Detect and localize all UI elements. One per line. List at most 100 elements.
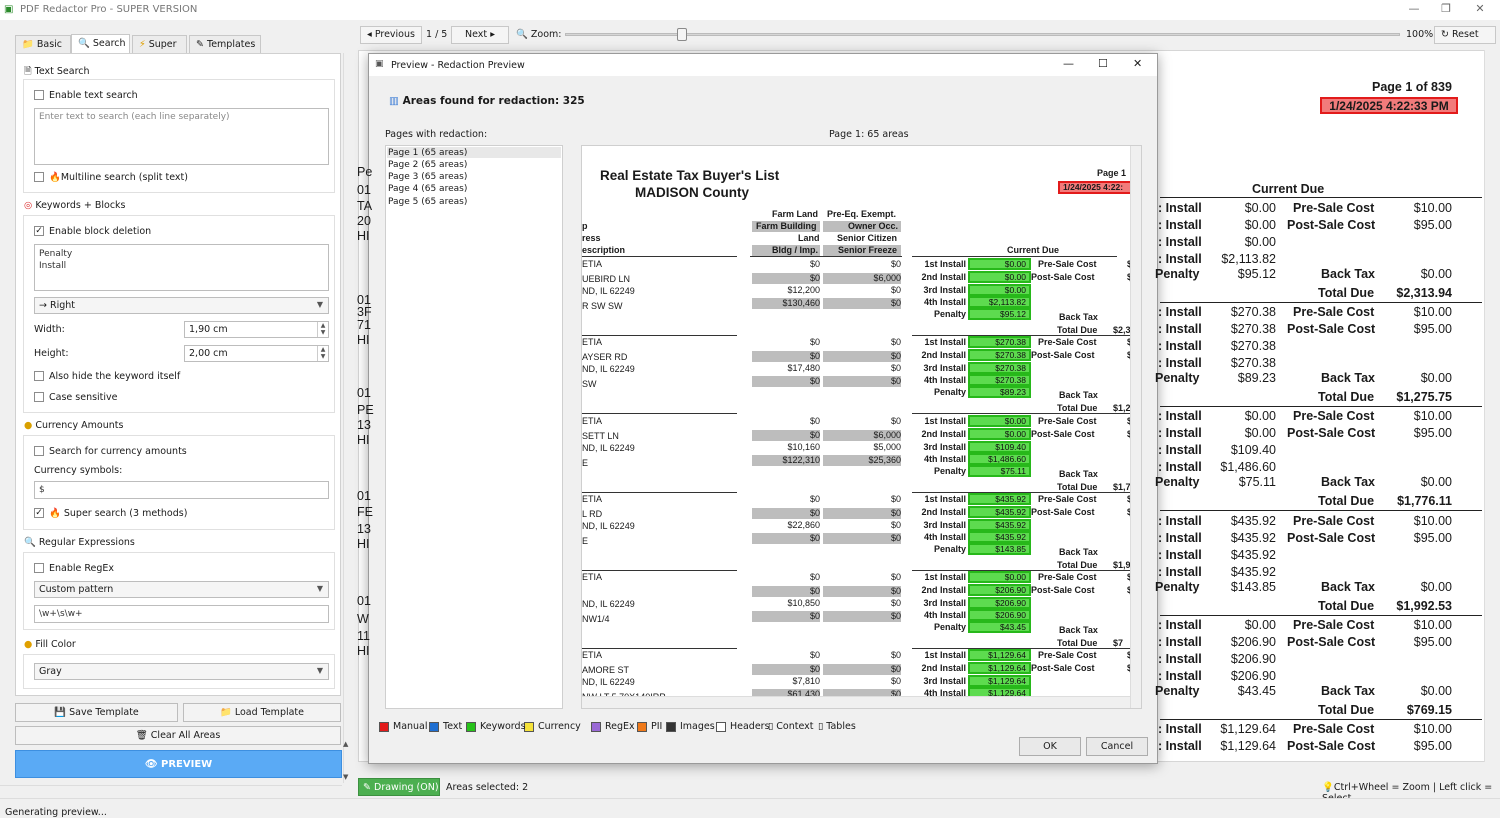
currency-redaction[interactable]: $0.00	[968, 428, 1031, 440]
install-value: $0.00	[1244, 426, 1276, 440]
height-stepper[interactable]: 2,00 cm ▲ ▼	[184, 345, 329, 362]
currency-redaction[interactable]: $95.12	[968, 308, 1031, 320]
enable-regex-checkbox[interactable]	[34, 563, 44, 573]
fill-color-select[interactable]: Gray ▼	[34, 663, 329, 680]
clear-all-areas-button[interactable]: 🗑 Clear All Areas	[15, 726, 341, 745]
reset-button[interactable]: ↻ Reset	[1434, 26, 1496, 44]
direction-select[interactable]: → Right ▼	[34, 297, 329, 314]
areas-found-label: ▥ Areas found for redaction: 325	[389, 95, 585, 107]
list-item[interactable]: Page 1 (65 areas)	[388, 148, 467, 158]
regex-pattern-input[interactable]: \w+\s\w+	[34, 605, 329, 623]
spin-arrows-icon[interactable]: ▲ ▼	[317, 346, 328, 361]
back-tax-label: Back Tax	[1059, 390, 1098, 400]
maximize-button[interactable]: ❐	[1435, 2, 1457, 18]
next-button[interactable]: Next ▸	[451, 26, 509, 44]
spin-arrows-icon[interactable]: ▲ ▼	[317, 322, 328, 337]
currency-redaction[interactable]: $270.38	[968, 374, 1031, 386]
keywords-input[interactable]: Penalty Install	[34, 244, 329, 291]
currency-redaction[interactable]: $89.23	[968, 386, 1031, 398]
record-address: ETIA	[582, 259, 603, 269]
left-fragment: HI	[357, 644, 370, 658]
width-stepper[interactable]: 1,90 cm ▲ ▼	[184, 321, 329, 338]
case-sensitive-checkbox[interactable]	[34, 392, 44, 402]
super-search-checkbox[interactable]: ✓	[34, 508, 44, 518]
currency-redaction[interactable]: $1,129.64	[968, 675, 1031, 687]
record-address: E	[582, 536, 589, 546]
dialog-minimize-button[interactable]: —	[1063, 57, 1074, 70]
close-button[interactable]: ✕	[1469, 2, 1491, 18]
tab-basic[interactable]: 📁 Basic	[15, 35, 71, 54]
tab-search[interactable]: 🔍 Search	[71, 34, 130, 54]
currency-redaction[interactable]: $270.38	[968, 336, 1031, 348]
left-pane-hscrollbar[interactable]	[0, 785, 342, 797]
currency-redaction[interactable]: $270.38	[968, 362, 1031, 374]
regex-pattern-type-select[interactable]: Custom pattern ▼	[34, 581, 329, 598]
save-template-button[interactable]: 💾 Save Template	[15, 703, 178, 722]
currency-redaction[interactable]: $0.00	[968, 258, 1031, 270]
page-preview[interactable]: Real Estate Tax Buyer's List MADISON Coun…	[581, 145, 1142, 709]
drawing-toggle[interactable]: ✎ Drawing (ON)	[358, 778, 440, 796]
enable-text-search-checkbox[interactable]	[34, 90, 44, 100]
date-redaction-box[interactable]: 1/24/2025 4:22:33 PM	[1320, 97, 1458, 114]
currency-redaction[interactable]: $435.92	[968, 506, 1031, 518]
enable-block-deletion-checkbox[interactable]: ✓	[34, 226, 44, 236]
currency-redaction[interactable]: $435.92	[968, 531, 1031, 543]
dialog-close-button[interactable]: ✕	[1133, 57, 1142, 70]
record-land-value: $17,480	[787, 363, 820, 373]
currency-redaction[interactable]: $1,486.60	[968, 453, 1031, 465]
currency-redaction[interactable]: $206.90	[968, 584, 1031, 596]
currency-redaction[interactable]: $1,129.64	[968, 687, 1031, 696]
search-currency-checkbox[interactable]	[34, 446, 44, 456]
ok-button[interactable]: OK	[1019, 737, 1081, 756]
hide-keyword-checkbox[interactable]	[34, 371, 44, 381]
currency-redaction[interactable]: $1,129.64	[968, 662, 1031, 674]
tab-super[interactable]: ⚡ Super	[132, 35, 187, 54]
dialog-title: Preview - Redaction Preview	[391, 60, 525, 71]
list-item[interactable]: Page 4 (65 areas)	[388, 184, 467, 194]
preview-vscrollbar[interactable]	[1130, 146, 1141, 708]
scroll-up-icon[interactable]: ▲	[343, 740, 348, 748]
preview-hscrollbar[interactable]	[582, 696, 1130, 708]
currency-redaction[interactable]: $0.00	[968, 284, 1031, 296]
currency-redaction[interactable]: $206.90	[968, 609, 1031, 621]
minimize-button[interactable]: —	[1403, 2, 1425, 18]
total-due-label: Total Due	[1318, 599, 1375, 613]
currency-redaction[interactable]: $206.90	[968, 597, 1031, 609]
preview-button[interactable]: 👁 PREVIEW	[15, 750, 342, 778]
currency-redaction[interactable]: $0.00	[968, 415, 1031, 427]
multiline-search-label: 🔥Multiline search (split text)	[49, 172, 188, 183]
tab-templates[interactable]: ✎ Templates	[189, 35, 261, 54]
section-title: Regular Expressions	[38, 537, 135, 548]
list-item[interactable]: Page 5 (65 areas)	[388, 197, 467, 207]
cancel-button[interactable]: Cancel	[1086, 737, 1148, 756]
previous-button[interactable]: ◂ Previous	[360, 26, 422, 44]
scroll-down-icon[interactable]: ▼	[343, 773, 348, 781]
text-search-input[interactable]: Enter text to search (each line separate…	[34, 108, 329, 165]
multiline-search-checkbox[interactable]	[34, 172, 44, 182]
left-pane-scrollbar[interactable]	[343, 53, 352, 783]
currency-redaction[interactable]: $1,129.64	[968, 649, 1031, 661]
currency-redaction[interactable]: $0.00	[968, 571, 1031, 583]
record-address: SETT LN	[582, 431, 619, 441]
pages-list[interactable]: Page 1 (65 areas) Page 2 (65 areas) Page…	[385, 145, 563, 709]
currency-redaction[interactable]: $0.00	[968, 271, 1031, 283]
zoom-slider-handle[interactable]	[676, 28, 687, 41]
currency-redaction[interactable]: $43.45	[968, 621, 1031, 633]
currency-redaction[interactable]: $143.85	[968, 543, 1031, 555]
currency-redaction[interactable]: $270.38	[968, 349, 1031, 361]
currency-redaction[interactable]: $75.11	[968, 465, 1031, 477]
button-label: PREVIEW	[161, 759, 213, 770]
currency-redaction[interactable]: $435.92	[968, 519, 1031, 531]
list-item[interactable]: Page 3 (65 areas)	[388, 172, 467, 182]
load-template-button[interactable]: 📁 Load Template	[183, 703, 341, 722]
pre-sale-label: Pre-Sale Cost	[1038, 494, 1097, 504]
currency-redaction[interactable]: $109.40	[968, 441, 1031, 453]
viewer-scrollbar[interactable]	[1484, 50, 1496, 762]
currency-redaction[interactable]: $435.92	[968, 493, 1031, 505]
currency-redaction[interactable]: $2,113.82	[968, 296, 1031, 308]
zoom-slider-track[interactable]	[565, 33, 1400, 36]
left-fragment: PE	[357, 403, 374, 417]
list-item[interactable]: Page 2 (65 areas)	[388, 160, 467, 170]
currency-symbols-input[interactable]: $	[34, 481, 329, 499]
dialog-maximize-button[interactable]: ☐	[1098, 57, 1108, 70]
